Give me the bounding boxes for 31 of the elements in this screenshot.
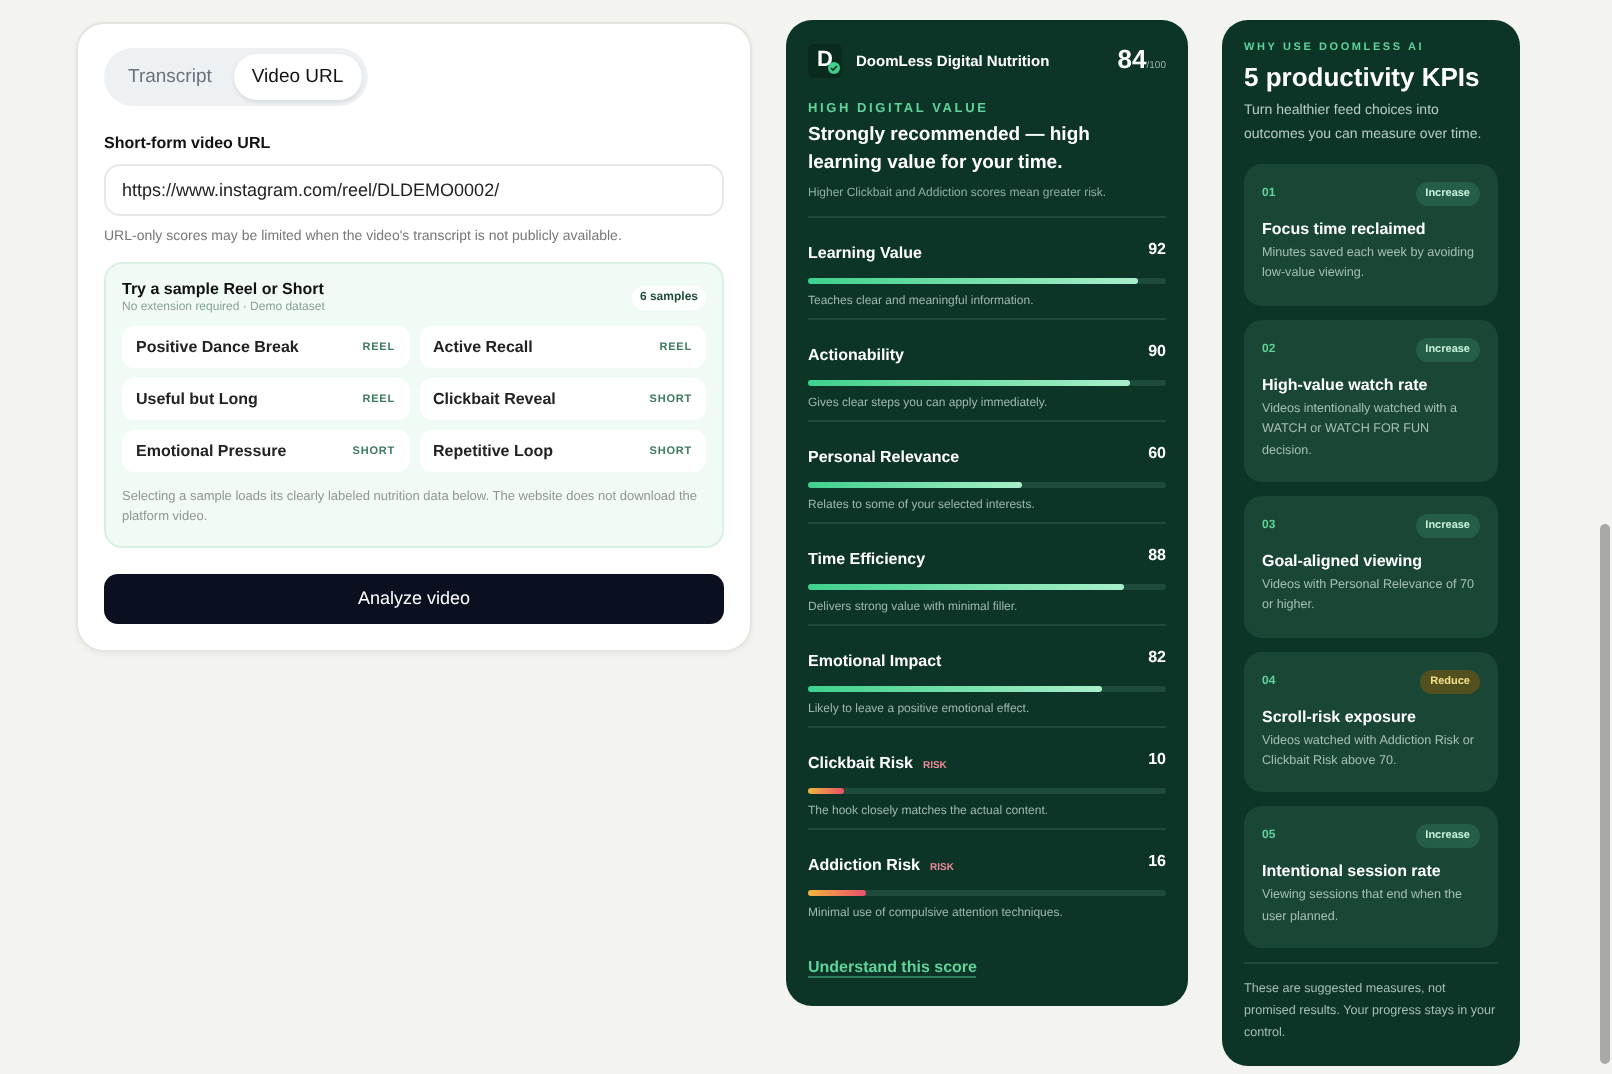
understand-link[interactable]: Understand this score <box>808 957 977 978</box>
kpi-heading: 5 productivity KPIs <box>1244 62 1482 92</box>
metric-name: Addiction Risk <box>808 855 921 874</box>
metric-value: 92 <box>1148 240 1166 259</box>
kpi-title: Intentional session rate <box>1262 862 1443 881</box>
score-value: 84 <box>1117 44 1147 74</box>
logo-icon: D <box>808 43 842 77</box>
url-input-field[interactable]: https://www.instagram.com/reel/DLDEMO0002/ <box>104 164 724 216</box>
metric-value: 60 <box>1148 444 1166 463</box>
metric-value: 90 <box>1148 342 1166 361</box>
field-label: Short-form video URL <box>104 134 273 152</box>
metric-name: Emotional Impact <box>808 651 942 670</box>
kpi-title: High-value watch rate <box>1262 375 1430 394</box>
metric-value: 10 <box>1148 750 1166 769</box>
samples-title: Try a sample Reel or Short <box>122 280 325 298</box>
metric-value: 88 <box>1148 546 1166 565</box>
metric-name: Learning Value <box>808 243 922 262</box>
kpi-title: Focus time reclaimed <box>1262 220 1428 239</box>
metric-name: Time Efficiency <box>808 549 926 568</box>
kpi-title: Scroll-risk exposure <box>1262 707 1418 726</box>
mode-tab[interactable]: Transcript <box>110 54 230 100</box>
analyze-button[interactable]: Analyze video <box>104 573 724 624</box>
metric-value: 16 <box>1148 852 1166 871</box>
verdict-text: Strongly recommended — high learning value for your time. <box>808 122 1092 178</box>
kpi-title: Goal-aligned viewing <box>1262 551 1425 570</box>
metric-name: Actionability <box>808 345 905 364</box>
metric-value: 82 <box>1148 648 1166 667</box>
mode-tab[interactable]: Video URL <box>233 54 362 100</box>
metric-name: Personal Relevance <box>808 447 960 466</box>
metric-name: Clickbait Risk <box>808 753 913 772</box>
scrollbar[interactable] <box>1600 524 1610 1064</box>
